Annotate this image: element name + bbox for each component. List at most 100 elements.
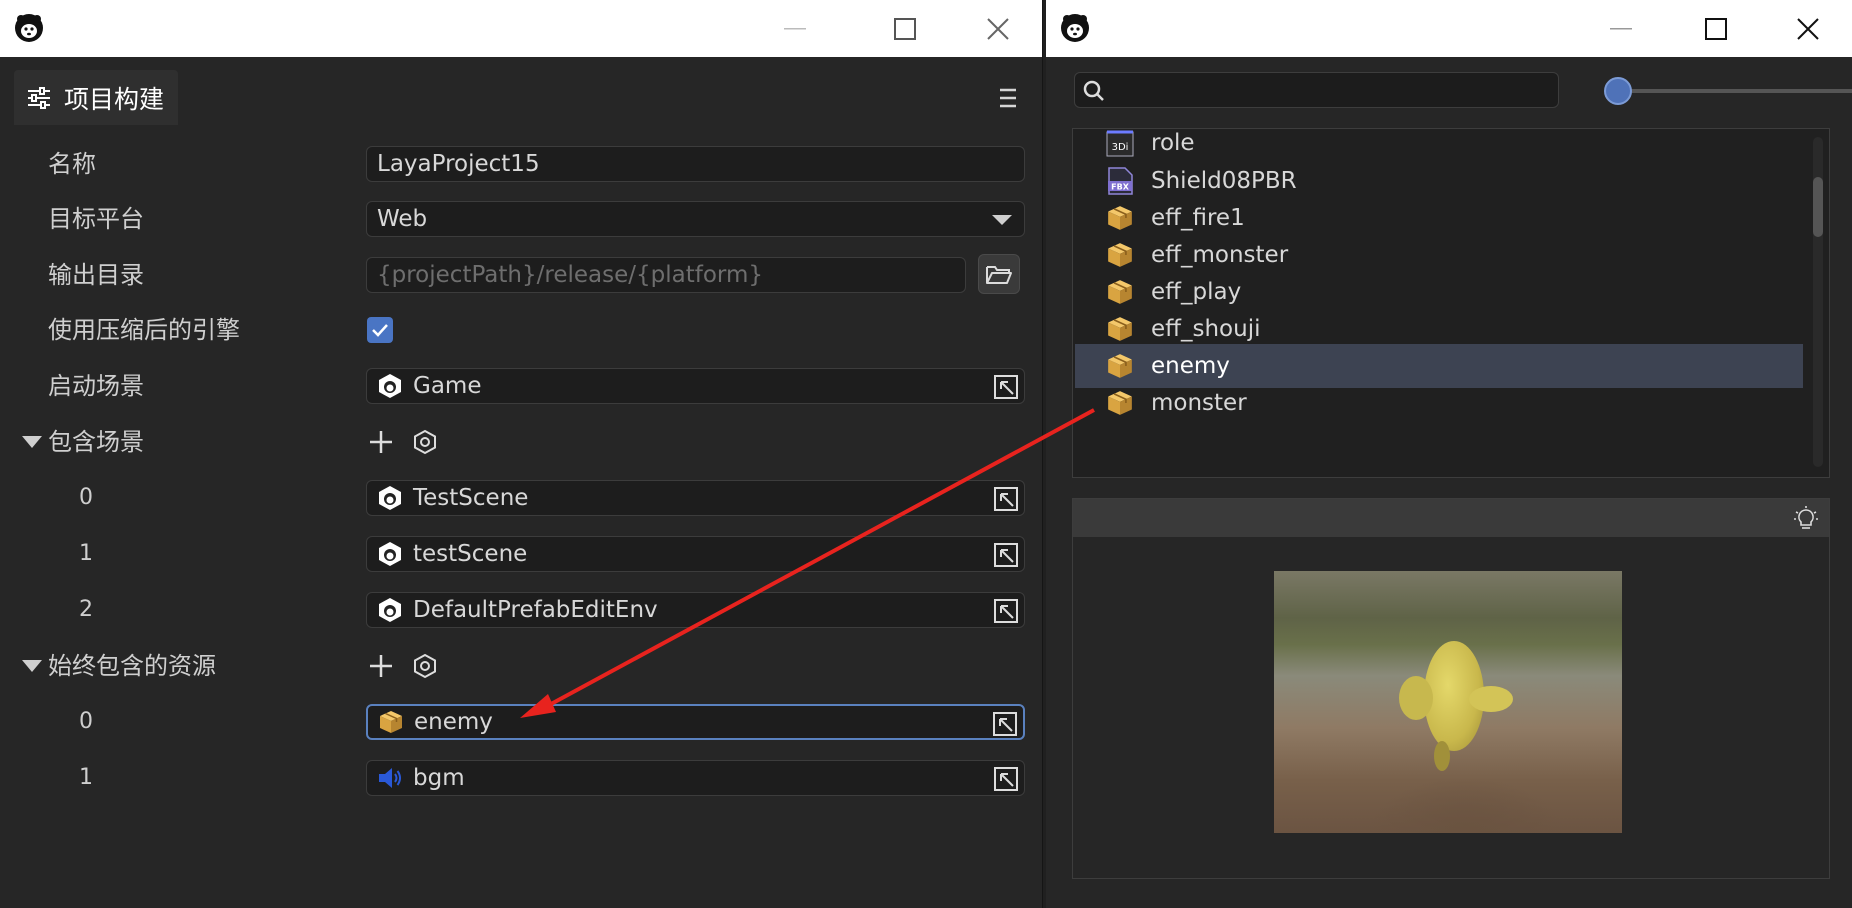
scene-field-1[interactable]: testScene <box>366 536 1025 572</box>
scene-index-1: 1 <box>79 541 93 566</box>
maximize-icon <box>1705 17 1727 40</box>
minimize-icon <box>1610 27 1632 29</box>
scene-index-0: 0 <box>79 485 93 510</box>
close-icon <box>987 17 1009 40</box>
add-scene-button[interactable] <box>366 427 396 457</box>
pick-asset-icon[interactable] <box>994 543 1018 567</box>
scene-field-0[interactable]: TestScene <box>366 480 1025 516</box>
always-include-group[interactable]: 始终包含的资源 <box>22 646 216 686</box>
vertical-scrollbar[interactable] <box>1813 137 1823 467</box>
prefab-icon <box>1105 388 1135 418</box>
scrollbar-thumb[interactable] <box>1813 177 1823 237</box>
prefab-icon <box>380 711 402 733</box>
scene-value-2: DefaultPrefabEditEnv <box>413 597 658 623</box>
file-name: role <box>1151 130 1195 156</box>
scene-value-0: TestScene <box>413 485 529 511</box>
laya-logo-icon <box>15 14 43 42</box>
browse-folder-button[interactable] <box>978 254 1020 294</box>
minimize-button[interactable] <box>1576 0 1666 57</box>
title-bar[interactable] <box>0 0 1042 57</box>
maximize-button[interactable] <box>860 0 950 57</box>
platform-value: Web <box>377 206 428 232</box>
panel-menu-icon[interactable] <box>995 86 1021 110</box>
resource-value-0: enemy <box>414 709 493 735</box>
resource-index-0: 0 <box>79 709 93 734</box>
3d-icon: 3Di <box>1105 129 1135 158</box>
close-button[interactable] <box>1763 0 1852 57</box>
compressed-engine-checkbox[interactable] <box>367 317 393 343</box>
expand-triangle-icon[interactable] <box>22 436 42 448</box>
start-scene-field[interactable]: Game <box>366 368 1025 404</box>
close-button[interactable] <box>953 0 1042 57</box>
resource-settings-button[interactable] <box>410 651 440 681</box>
plus-icon <box>370 431 392 453</box>
pick-asset-icon[interactable] <box>994 767 1018 791</box>
prefab-icon <box>1105 314 1135 344</box>
character-leg <box>1434 741 1450 771</box>
search-icon <box>1083 80 1104 101</box>
compressed-engine-label: 使用压缩后的引擎 <box>48 316 240 344</box>
file-name: enemy <box>1151 353 1230 379</box>
output-dir-field[interactable]: {projectPath}/release/{platform} <box>366 257 966 293</box>
resource-field-0[interactable]: enemy <box>366 704 1025 740</box>
chevron-down-icon <box>992 215 1012 225</box>
scene-index-2: 2 <box>79 597 93 622</box>
pick-asset-icon[interactable] <box>994 375 1018 399</box>
name-label: 名称 <box>48 150 96 178</box>
output-dir-label: 输出目录 <box>48 261 144 289</box>
maximize-icon <box>894 17 916 40</box>
file-name: monster <box>1151 390 1247 416</box>
checkmark-icon <box>372 324 388 337</box>
scene-settings-button[interactable] <box>410 427 440 457</box>
asset-preview-panel <box>1072 498 1830 879</box>
hexagon-settings-icon <box>414 429 436 455</box>
start-scene-label: 启动场景 <box>48 372 144 400</box>
prefab-icon <box>1105 351 1135 381</box>
prefab-icon <box>1105 240 1135 270</box>
file-name: eff_monster <box>1151 242 1289 268</box>
name-value: LayaProject15 <box>377 151 540 177</box>
platform-select[interactable]: Web <box>366 201 1025 237</box>
expand-triangle-icon[interactable] <box>22 660 42 672</box>
prefab-icon <box>1105 203 1135 233</box>
search-input[interactable] <box>1074 72 1559 108</box>
character-arm-left <box>1399 676 1433 720</box>
asset-picker-window: 3Di role FBX Shield08PBR eff_fire1 eff_m… <box>1046 0 1852 908</box>
maximize-button[interactable] <box>1671 0 1761 57</box>
always-include-label: 始终包含的资源 <box>48 652 216 680</box>
scene-field-2[interactable]: DefaultPrefabEditEnv <box>366 592 1025 628</box>
minimize-button[interactable] <box>750 0 840 57</box>
file-name: eff_fire1 <box>1151 205 1245 231</box>
hexagon-settings-icon <box>414 653 436 679</box>
model-preview-image <box>1274 571 1622 833</box>
thumbnail-size-slider[interactable] <box>1616 89 1852 93</box>
add-resource-button[interactable] <box>366 651 396 681</box>
panel-title: 项目构建 <box>64 84 165 114</box>
close-icon <box>1797 17 1819 40</box>
resource-index-1: 1 <box>79 765 93 790</box>
scene-icon <box>379 486 401 510</box>
pick-asset-icon[interactable] <box>993 712 1017 736</box>
speaker-icon <box>379 768 401 788</box>
pick-asset-icon[interactable] <box>994 487 1018 511</box>
include-scenes-label: 包含场景 <box>48 428 144 456</box>
start-scene-value: Game <box>413 373 482 399</box>
prefab-icon <box>1105 277 1135 307</box>
scene-icon <box>379 542 401 566</box>
name-field[interactable]: LayaProject15 <box>366 146 1025 182</box>
character-arm-right <box>1469 686 1513 712</box>
tab-project-build[interactable]: 项目构建 <box>14 70 178 125</box>
preview-toolbar <box>1073 499 1829 537</box>
svg-text:3Di: 3Di <box>1112 142 1129 153</box>
scene-icon <box>379 598 401 622</box>
pick-asset-icon[interactable] <box>994 599 1018 623</box>
lightbulb-icon[interactable] <box>1793 505 1819 531</box>
slider-thumb[interactable] <box>1604 77 1632 105</box>
resource-field-1[interactable]: bgm <box>366 760 1025 796</box>
svg-text:FBX: FBX <box>1111 183 1130 192</box>
title-bar[interactable] <box>1046 0 1852 57</box>
list-item[interactable]: monster <box>1075 381 1803 425</box>
asset-list[interactable]: 3Di role FBX Shield08PBR eff_fire1 eff_m… <box>1072 128 1830 478</box>
resource-value-1: bgm <box>413 765 465 791</box>
include-scenes-group[interactable]: 包含场景 <box>22 422 144 462</box>
